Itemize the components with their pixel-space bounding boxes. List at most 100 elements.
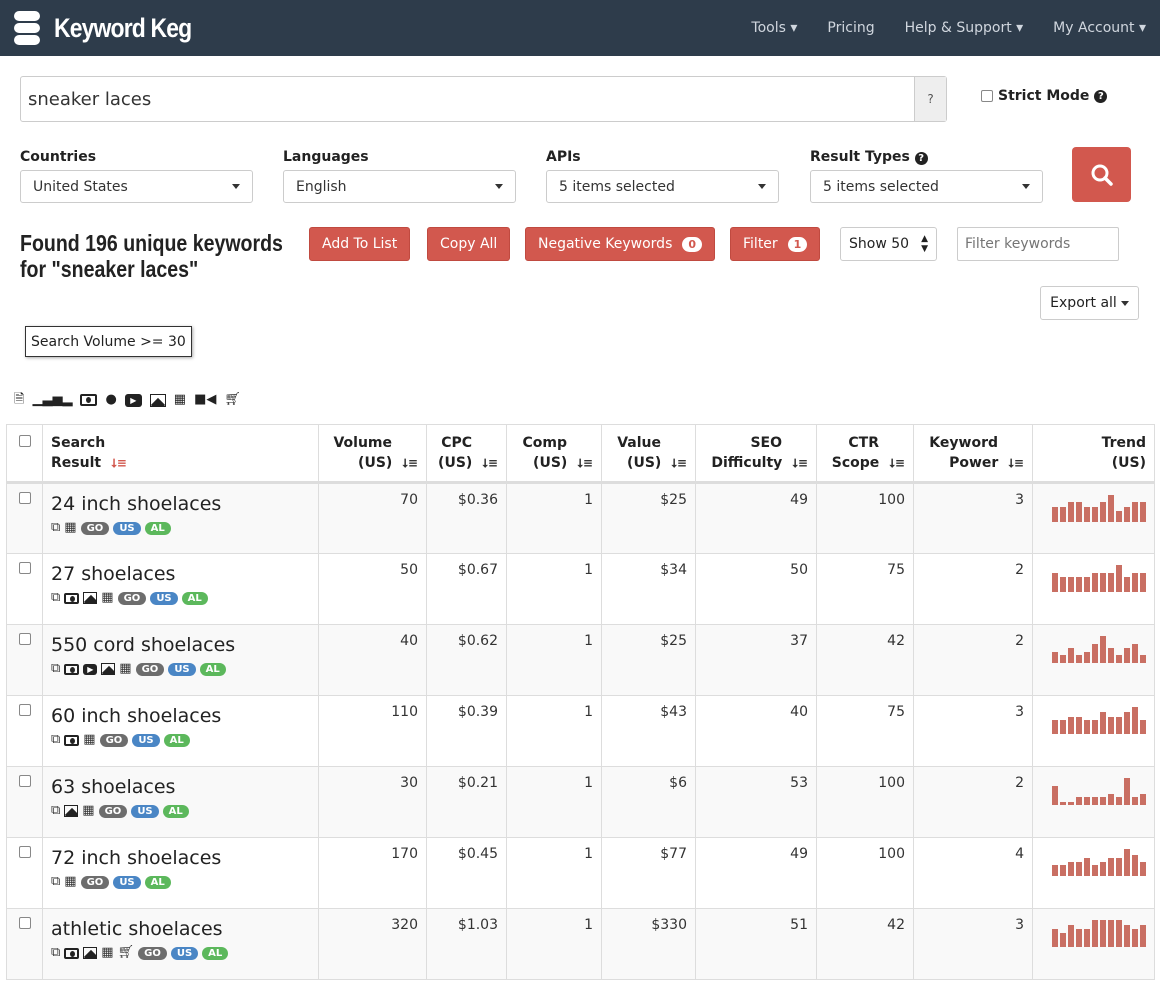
calendar-icon[interactable]: ▦ — [83, 733, 95, 747]
shopping-cart-icon[interactable]: 🛒︎ — [224, 393, 241, 407]
calendar-icon[interactable]: ▦ — [64, 521, 76, 535]
copy-icon[interactable]: ⧉ — [51, 875, 60, 889]
header-volume[interactable]: Volume (US) ⭣≡ — [318, 424, 427, 484]
sort-icon[interactable]: ⭣≡ — [402, 456, 418, 470]
negative-keywords-button[interactable]: Negative Keywords 0 — [525, 227, 716, 261]
filter-keywords-input[interactable] — [957, 227, 1119, 261]
header-trend[interactable]: Trend (US) — [1032, 424, 1155, 484]
sort-icon[interactable]: ⭣≡ — [111, 456, 127, 470]
row-checkbox[interactable] — [18, 704, 31, 716]
copy-all-button[interactable]: Copy All — [427, 227, 511, 261]
header-ctr-scope[interactable]: CTR Scope ⭣≡ — [816, 424, 914, 484]
tag-us[interactable]: US — [113, 521, 141, 535]
header-cpc[interactable]: CPC (US) ⭣≡ — [426, 424, 507, 484]
money-icon[interactable] — [80, 394, 98, 406]
image-icon[interactable] — [83, 947, 98, 959]
shopping-cart-icon[interactable]: 🛒︎ — [118, 946, 135, 960]
countries-select[interactable]: United States — [20, 170, 253, 203]
tag-go[interactable]: GO — [80, 875, 110, 889]
money-icon[interactable] — [64, 592, 80, 604]
tag-al[interactable]: AL — [202, 946, 229, 960]
tag-al[interactable]: AL — [144, 521, 171, 535]
youtube-icon[interactable]: ▶ — [124, 393, 142, 407]
help-icon[interactable]: ? — [1094, 89, 1108, 103]
export-all-button[interactable]: Export all — [1040, 286, 1139, 320]
sort-icon[interactable]: ⭣≡ — [1008, 456, 1024, 470]
tag-us[interactable]: US — [132, 733, 160, 747]
strict-mode[interactable]: Strict Mode ? — [981, 88, 1108, 104]
row-checkbox[interactable] — [18, 775, 31, 787]
calendar-icon[interactable]: ▦ — [101, 946, 113, 960]
sort-icon[interactable]: ⭣≡ — [482, 456, 498, 470]
calendar-icon[interactable]: ▦ — [174, 393, 186, 407]
keyword-text[interactable]: 550 cord shoelaces — [51, 634, 310, 656]
tag-al[interactable]: AL — [181, 591, 208, 605]
video-camera-icon[interactable]: ■◀ — [194, 393, 216, 407]
row-checkbox[interactable] — [18, 917, 31, 929]
keyword-text[interactable]: 72 inch shoelaces — [51, 847, 310, 869]
row-checkbox[interactable] — [18, 633, 31, 645]
keyword-text[interactable]: 63 shoelaces — [51, 776, 310, 798]
row-checkbox[interactable] — [18, 846, 31, 858]
nav-my-account[interactable]: My Account ▾ — [1053, 20, 1146, 36]
tag-al[interactable]: AL — [144, 875, 171, 889]
nav-tools[interactable]: Tools ▾ — [751, 20, 797, 36]
calendar-icon[interactable]: ▦ — [82, 804, 94, 818]
tag-go[interactable]: GO — [117, 591, 147, 605]
tag-us[interactable]: US — [150, 591, 178, 605]
tag-us[interactable]: US — [170, 946, 199, 960]
tag-al[interactable]: AL — [199, 662, 226, 676]
tag-al[interactable]: AL — [163, 733, 190, 747]
copy-icon[interactable]: ⧉ — [51, 804, 60, 818]
languages-select[interactable]: English — [283, 170, 516, 203]
copy-icon[interactable]: ⧉ — [51, 662, 60, 676]
sort-icon[interactable]: ⭣≡ — [889, 456, 905, 470]
tag-go[interactable]: GO — [99, 733, 129, 747]
calendar-icon[interactable]: ▦ — [119, 662, 131, 676]
header-seo-difficulty[interactable]: SEO Difficulty ⭣≡ — [695, 424, 817, 484]
select-all-checkbox[interactable] — [18, 435, 31, 447]
active-filter-tag[interactable]: Search Volume >= 30 — [25, 326, 192, 357]
money-icon[interactable] — [64, 663, 80, 675]
tag-go[interactable]: GO — [98, 804, 128, 818]
sort-icon[interactable]: ⭣≡ — [577, 456, 593, 470]
calendar-icon[interactable]: ▦ — [101, 591, 113, 605]
tag-us[interactable]: US — [113, 875, 141, 889]
header-value[interactable]: Value (US) ⭣≡ — [601, 424, 696, 484]
sort-icon[interactable]: ⭣≡ — [792, 456, 808, 470]
search-help-button[interactable]: ? — [914, 77, 946, 121]
tag-go[interactable]: GO — [135, 662, 165, 676]
header-comp[interactable]: Comp (US) ⭣≡ — [506, 424, 602, 484]
copy-icon[interactable]: ⧉ — [51, 946, 60, 960]
tag-go[interactable]: GO — [80, 521, 110, 535]
help-icon[interactable]: ? — [914, 152, 928, 165]
tag-us[interactable]: US — [131, 804, 159, 818]
apis-select[interactable]: 5 items selected — [546, 170, 779, 203]
result-types-select[interactable]: 5 items selected — [810, 170, 1043, 203]
tag-us[interactable]: US — [168, 662, 196, 676]
tag-go[interactable]: GO — [138, 946, 167, 960]
image-icon[interactable] — [83, 592, 98, 604]
copy-icon[interactable]: ⧉ — [51, 733, 60, 747]
keyword-text[interactable]: athletic shoelaces — [51, 918, 310, 940]
header-search-result[interactable]: Search Result ⭣≡ — [42, 424, 319, 484]
search-button[interactable] — [1072, 147, 1131, 202]
logo[interactable]: Keyword Keg — [14, 11, 216, 45]
money-icon[interactable] — [64, 734, 80, 746]
show-count-select[interactable]: Show 50 ▲ ▼ — [840, 227, 937, 261]
filter-button[interactable]: Filter 1 — [730, 227, 821, 261]
header-keyword-power[interactable]: Keyword Power ⭣≡ — [913, 424, 1033, 484]
nav-help-support[interactable]: Help & Support ▾ — [905, 20, 1024, 36]
keyword-text[interactable]: 24 inch shoelaces — [51, 493, 310, 515]
sort-icon[interactable]: ⭣≡ — [671, 456, 687, 470]
copy-icon[interactable]: ⧉ — [51, 521, 60, 535]
tag-al[interactable]: AL — [162, 804, 189, 818]
keyword-text[interactable]: 27 shoelaces — [51, 563, 310, 585]
row-checkbox[interactable] — [18, 492, 31, 504]
strict-mode-checkbox[interactable] — [981, 90, 993, 102]
add-to-list-button[interactable]: Add To List — [309, 227, 411, 261]
map-marker-icon[interactable]: ● — [105, 393, 116, 407]
bar-chart-icon[interactable]: ▁▃▅▂ — [32, 393, 72, 407]
image-icon[interactable] — [101, 663, 116, 675]
search-input[interactable] — [21, 77, 914, 121]
